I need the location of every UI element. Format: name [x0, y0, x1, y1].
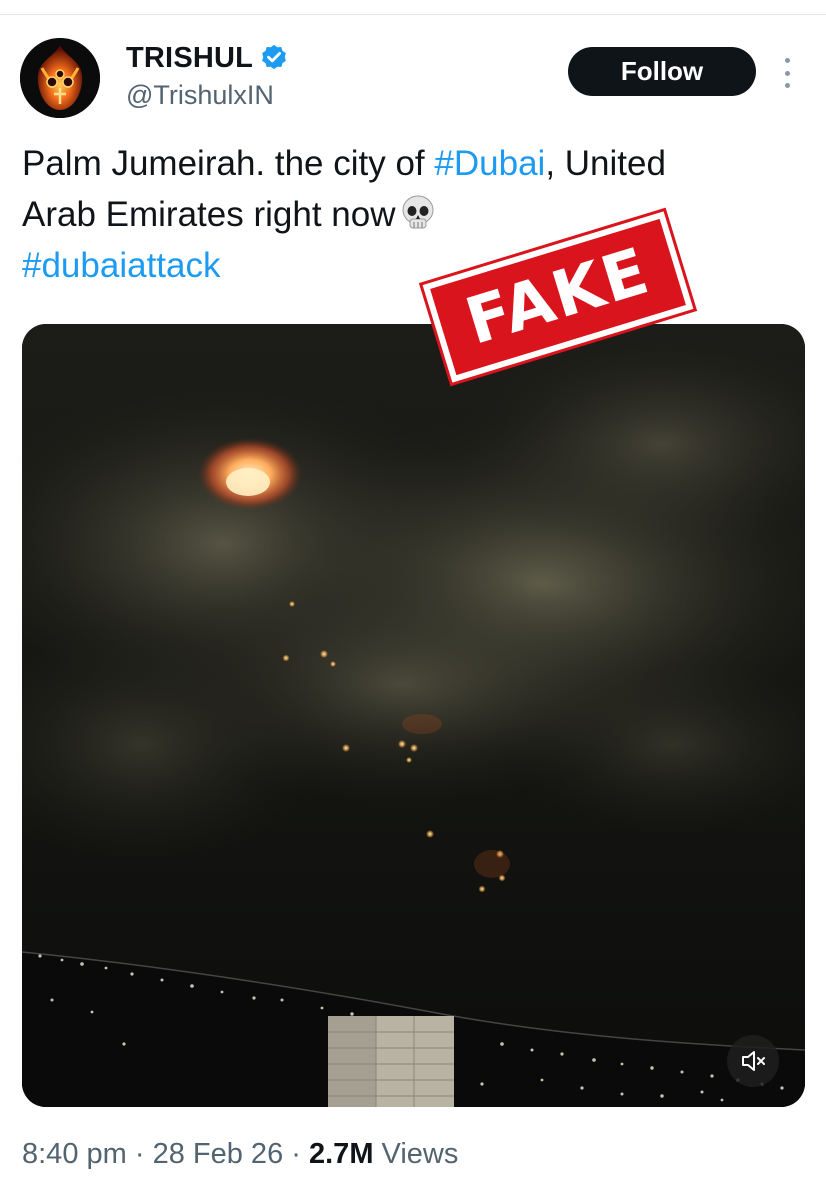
author-handle[interactable]: @TrishulxIN [126, 80, 274, 111]
video-media[interactable] [22, 324, 805, 1107]
meta-separator: · [291, 1138, 301, 1170]
more-options-icon[interactable] [776, 58, 798, 88]
views-count: 2.7M [309, 1138, 374, 1170]
skull-emoji-icon [401, 195, 435, 231]
tweet-text-segment: , United [545, 144, 666, 183]
trishul-flame-avatar-icon [20, 38, 100, 118]
top-divider [0, 0, 826, 15]
hashtag-dubaiattack-link[interactable]: #dubaiattack [22, 246, 220, 285]
author-name-row[interactable]: TRISHUL [126, 40, 289, 76]
avatar[interactable] [20, 38, 100, 118]
tweet-text: Palm Jumeirah. the city of #Dubai, Unite… [22, 138, 812, 291]
night-sky-video-frame [22, 324, 805, 1107]
tweet-line-2: Arab Emirates right now [22, 189, 812, 240]
tweet-text-segment: Palm Jumeirah. the city of [22, 144, 435, 183]
follow-button[interactable]: Follow [568, 47, 756, 96]
tweet-time[interactable]: 8:40 pm [22, 1138, 127, 1170]
meta-separator: · [134, 1138, 145, 1170]
tweet-text-segment: Arab Emirates right now [22, 195, 396, 234]
author-name[interactable]: TRISHUL [126, 42, 253, 75]
tweet-meta: 8:40 pm · 28 Feb 26 · 2.7M Views [22, 1138, 458, 1171]
tweet-line-1: Palm Jumeirah. the city of #Dubai, Unite… [22, 138, 812, 189]
verified-badge-icon [259, 43, 289, 73]
views-label: Views [381, 1138, 459, 1170]
muted-speaker-icon[interactable] [727, 1035, 779, 1087]
hashtag-dubai-link[interactable]: #Dubai [434, 144, 545, 183]
tweet-line-3: #dubaiattack [22, 240, 812, 291]
tweet-date[interactable]: 28 Feb 26 [153, 1138, 284, 1170]
